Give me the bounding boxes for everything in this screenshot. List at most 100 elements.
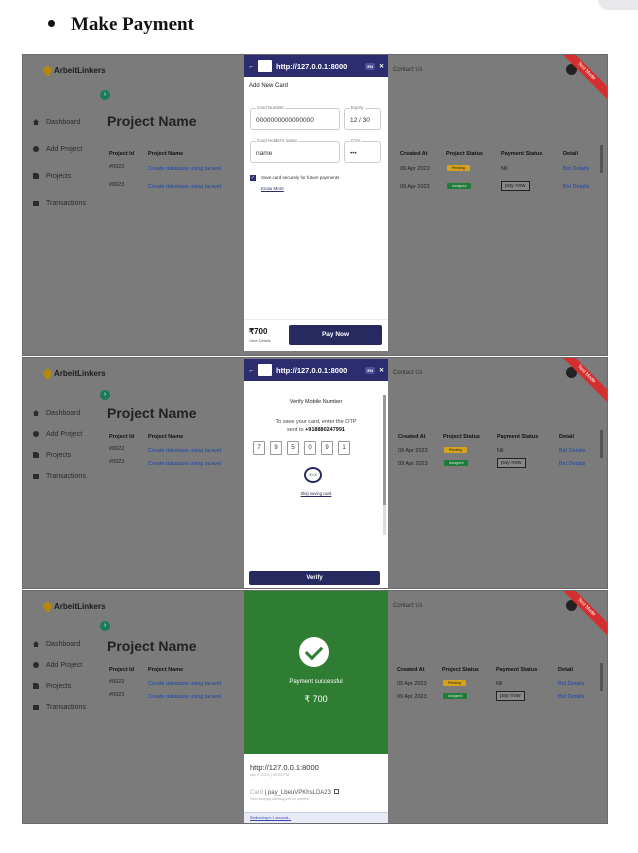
sidebar-label: Projects <box>46 172 72 180</box>
sidebar-item-add-project[interactable]: Add Project <box>33 658 86 672</box>
field-value: 0000000000000000 <box>256 117 314 124</box>
sidebar-item-transactions[interactable]: Transactions <box>33 700 86 714</box>
page-scrollbar[interactable] <box>600 430 603 458</box>
sidebar-toggle-icon[interactable]: › <box>100 621 110 631</box>
screenshot-payment-success: ArbeitLinkers Contact Us Test Mode › Das… <box>22 590 608 824</box>
view-details-link[interactable]: View Details <box>249 338 271 343</box>
page-title: Project Name <box>107 405 197 421</box>
back-arrow-icon[interactable]: ← <box>248 367 255 374</box>
contact-link[interactable]: Contact Us <box>393 370 423 376</box>
created-at: 09 Apr 2023 <box>398 448 428 454</box>
bid-details-link[interactable]: Bid Details <box>559 448 585 454</box>
contact-link[interactable]: Contact Us <box>393 67 423 73</box>
merchant-logo <box>258 364 272 376</box>
expiry-field[interactable]: Expiry 12 / 30 <box>344 105 381 130</box>
close-icon[interactable]: ✕ <box>379 63 384 70</box>
otp-input[interactable]: 7 9 5 0 9 1 <box>253 441 355 455</box>
language-selector[interactable]: EN <box>365 366 375 374</box>
otp-digit[interactable]: 0 <box>304 441 316 455</box>
page-scrollbar[interactable] <box>600 663 603 691</box>
sidebar-item-projects[interactable]: Projects <box>33 448 86 462</box>
merchant-url: http://127.0.0.1:8000 <box>276 365 348 375</box>
sidebar-item-add-project[interactable]: Add Project <box>33 142 86 156</box>
pay-now-button[interactable]: pay now <box>496 691 525 701</box>
corner-tab <box>598 0 638 10</box>
sidebar-label: Add Project <box>46 430 83 438</box>
payment-status: Nil <box>501 166 508 172</box>
column-header: Project Id <box>109 667 135 673</box>
phone-number: +918880247991 <box>305 427 345 433</box>
project-name-link[interactable]: Create database using laravel <box>148 681 221 687</box>
project-id: #0022 <box>109 446 125 452</box>
copy-icon[interactable] <box>333 789 339 794</box>
sidebar-item-transactions[interactable]: Transactions <box>33 469 86 483</box>
checkout-header: ← http://127.0.0.1:8000 EN ✕ <box>244 55 388 77</box>
project-id: #0023 <box>109 182 125 188</box>
sidebar-item-dashboard[interactable]: Dashboard <box>33 637 86 651</box>
file-icon <box>33 683 39 689</box>
card-number-field[interactable]: Card Number 0000000000000000 <box>250 105 340 130</box>
otp-digit[interactable]: 1 <box>338 441 350 455</box>
page-scrollbar[interactable] <box>600 145 603 173</box>
column-header: Created At <box>397 667 425 673</box>
project-id: #0022 <box>109 679 125 685</box>
bid-details-link[interactable]: Bid Details <box>563 184 589 190</box>
cvv-field[interactable]: CVV ••• <box>344 138 381 163</box>
otp-digit[interactable]: 7 <box>253 441 265 455</box>
otp-digit[interactable]: 5 <box>287 441 299 455</box>
sidebar-item-dashboard[interactable]: Dashboard <box>33 406 86 420</box>
pay-now-button[interactable]: pay now <box>501 181 530 191</box>
status-badge: Pending <box>447 165 470 171</box>
sidebar-item-projects[interactable]: Projects <box>33 169 86 183</box>
brand-logo[interactable]: ArbeitLinkers <box>43 65 106 76</box>
project-name-link[interactable]: Create database using laravel <box>148 448 221 454</box>
page-title: Project Name <box>107 638 197 654</box>
contact-link[interactable]: Contact Us <box>393 603 423 609</box>
bid-details-link[interactable]: Bid Details <box>563 166 589 172</box>
close-icon[interactable]: ✕ <box>379 367 384 374</box>
column-header: Project Id <box>109 434 135 440</box>
brand-logo[interactable]: ArbeitLinkers <box>43 601 106 612</box>
card-holder-field[interactable]: Card Holder's name name <box>250 138 340 163</box>
bid-details-link[interactable]: Bid Details <box>558 681 584 687</box>
success-message: Payment successful <box>289 679 343 685</box>
brand-logo[interactable]: ArbeitLinkers <box>43 368 106 379</box>
pay-now-button[interactable]: Pay Now <box>289 325 382 345</box>
redirect-text: Redirecting in 1 seconds... <box>250 816 292 820</box>
sidebar-toggle-icon[interactable]: › <box>100 390 110 400</box>
pay-now-button[interactable]: pay now <box>497 458 526 468</box>
brand-name: ArbeitLinkers <box>54 369 106 378</box>
verify-button[interactable]: Verify <box>249 571 380 585</box>
success-panel: Payment successful ₹ 700 <box>244 591 388 754</box>
bid-details-link[interactable]: Bid Details <box>558 694 584 700</box>
back-arrow-icon[interactable]: ← <box>248 63 255 70</box>
status-badge: Assigned <box>444 460 469 466</box>
sidebar-toggle-icon[interactable]: › <box>100 90 110 100</box>
otp-digit[interactable]: 9 <box>270 441 282 455</box>
project-id: #0023 <box>109 692 125 698</box>
project-name-link[interactable]: Create database using laravel <box>148 461 221 467</box>
column-header: Payment Status <box>501 151 543 157</box>
project-name-link[interactable]: Create database using laravel <box>148 166 221 172</box>
sidebar-item-transactions[interactable]: Transactions <box>33 196 86 210</box>
save-card-checkbox[interactable]: ✓ <box>250 175 256 181</box>
project-name-link[interactable]: Create database using laravel <box>148 184 221 190</box>
sidebar-label: Add Project <box>46 145 83 153</box>
home-icon <box>33 410 39 416</box>
save-card-label: Save card securely for future payments <box>261 175 340 180</box>
sidebar-item-dashboard[interactable]: Dashboard <box>33 115 86 129</box>
payment-status: Nil <box>497 448 504 454</box>
modal-scrollbar[interactable] <box>383 395 386 535</box>
column-header: Detail <box>558 667 573 673</box>
sidebar: Dashboard Add Project Projects Transacti… <box>33 637 86 727</box>
language-selector[interactable]: EN <box>365 62 375 70</box>
test-mode-ribbon: Test Mode <box>558 55 607 100</box>
bid-details-link[interactable]: Bid Details <box>559 461 585 467</box>
skip-saving-link[interactable]: Skip saving card <box>244 491 388 496</box>
project-name-link[interactable]: Create database using laravel <box>148 694 221 700</box>
know-more-link[interactable]: Know More <box>261 186 284 191</box>
screenshot-verify-otp: ArbeitLinkers Contact Us Test Mode › Das… <box>22 357 608 589</box>
sidebar-item-projects[interactable]: Projects <box>33 679 86 693</box>
otp-digit[interactable]: 9 <box>321 441 333 455</box>
sidebar-item-add-project[interactable]: Add Project <box>33 427 86 441</box>
